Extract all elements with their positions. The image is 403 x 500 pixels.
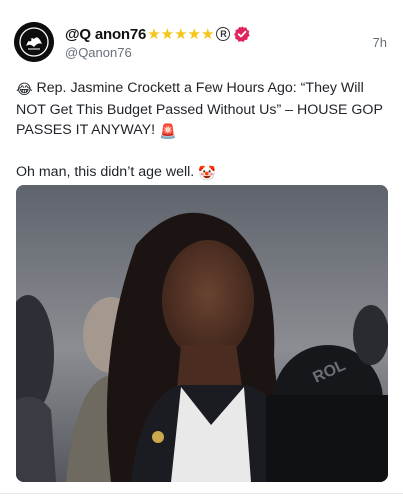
siren-emoji-icon: 🚨 (158, 124, 177, 140)
author-names: @Q anon76 ★ ★ ★ ★ ★ R @Qanon76 (65, 24, 251, 60)
post-media-photo[interactable]: ROL (16, 185, 388, 482)
post-timestamp[interactable]: 7h (373, 35, 387, 50)
star-icon: ★ (174, 25, 188, 43)
post-text: 😂 Rep. Jasmine Crockett a Few Hours Ago:… (16, 78, 388, 184)
post-paragraph: 😂 Rep. Jasmine Crockett a Few Hours Ago:… (16, 78, 388, 142)
photo-media-icon: ROL (16, 185, 388, 482)
display-name[interactable]: @Q anon76 (65, 26, 146, 43)
registered-mark-icon: R (216, 27, 231, 41)
star-icon: ★ (201, 25, 215, 43)
verified-badge-icon (234, 26, 251, 43)
post-header: @Q anon76 ★ ★ ★ ★ ★ R @Qanon76 (14, 22, 251, 62)
post-paragraph-text: Oh man, this didn’t age well. (16, 164, 195, 180)
post-paragraph: Oh man, this didn’t age well. 🤡 (16, 162, 388, 184)
post-paragraph-text: Rep. Jasmine Crockett a Few Hours Ago: “… (16, 80, 383, 138)
post-divider (0, 493, 403, 494)
star-icon: ★ (160, 25, 175, 43)
author-handle[interactable]: @Qanon76 (65, 45, 251, 60)
star-icon: ★ (147, 25, 161, 43)
star-rating: ★ ★ ★ ★ ★ (147, 27, 214, 42)
star-icon: ★ (187, 25, 201, 43)
laughing-emoji-icon: 😂 (16, 82, 33, 98)
avatar-logo-icon (14, 22, 54, 62)
avatar[interactable] (14, 22, 54, 62)
clown-emoji-icon: 🤡 (198, 166, 216, 182)
post-card: @Q anon76 ★ ★ ★ ★ ★ R @Qanon76 7h 😂 Rep.… (0, 0, 403, 500)
display-name-row: @Q anon76 ★ ★ ★ ★ ★ R (65, 24, 251, 44)
